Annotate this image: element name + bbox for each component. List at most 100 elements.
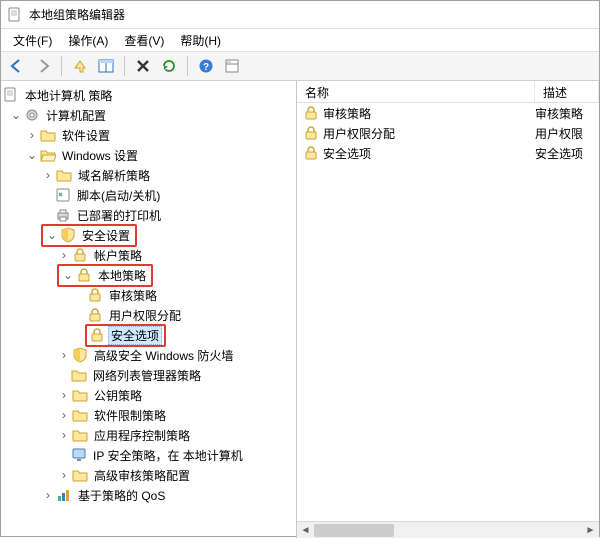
tree-label: 网络列表管理器策略 [90,366,204,385]
tree-software-restriction[interactable]: › 软件限制策略 [3,405,294,425]
menu-help[interactable]: 帮助(H) [172,30,229,51]
tree-qos[interactable]: › 基于策略的 QoS [3,485,294,505]
tree-ip-security[interactable]: IP 安全策略，在 本地计算机 [3,445,294,465]
folder-icon [72,407,88,423]
tree-local-policies[interactable]: ⌄ 本地策略 [3,265,294,285]
tree-advanced-audit[interactable]: › 高级审核策略配置 [3,465,294,485]
tree-printers[interactable]: 已部署的打印机 [3,205,294,225]
expand-icon[interactable]: › [57,248,71,262]
app-icon [7,7,23,23]
column-name[interactable]: 名称 [297,81,535,102]
expand-icon[interactable]: › [41,168,55,182]
folder-icon [71,367,87,383]
item-name: 用户权限分配 [323,125,535,142]
back-icon [9,58,25,74]
delete-button[interactable] [131,54,155,78]
scroll-thumb[interactable] [314,524,394,537]
collapse-icon[interactable]: ⌄ [61,268,75,282]
item-name: 安全选项 [323,145,535,162]
menu-view[interactable]: 查看(V) [116,30,172,51]
lock-icon [89,327,105,343]
expand-icon[interactable]: › [57,348,71,362]
tree-app-control[interactable]: › 应用程序控制策略 [3,425,294,445]
tree-security-settings[interactable]: ⌄ 安全设置 [3,225,294,245]
collapse-icon[interactable]: ⌄ [25,148,39,162]
gear-icon [24,107,40,123]
tree-label: 公钥策略 [91,386,145,405]
window-title: 本地组策略编辑器 [29,6,125,23]
pane-icon [98,58,114,74]
expand-icon[interactable]: › [57,428,71,442]
list-item[interactable]: 用户权限分配 用户权限 [297,123,599,143]
lock-icon [87,307,103,323]
tree-dns-policy[interactable]: › 域名解析策略 [3,165,294,185]
back-button[interactable] [5,54,29,78]
scroll-left-icon[interactable]: ◄ [297,522,314,538]
item-desc: 审核策略 [535,105,599,122]
tree-label: 安全选项 [108,326,162,345]
delete-icon [135,58,151,74]
tree-scripts[interactable]: 脚本(启动/关机) [3,185,294,205]
menu-file[interactable]: 文件(F) [5,30,60,51]
refresh-icon [161,58,177,74]
tree-label: IP 安全策略，在 本地计算机 [90,446,246,465]
folder-icon [56,167,72,183]
list-item[interactable]: 安全选项 安全选项 [297,143,599,163]
tree-security-options[interactable]: 安全选项 [3,325,294,345]
show-pane-button[interactable] [94,54,118,78]
scroll-right-icon[interactable]: ► [582,522,599,538]
content-area: 本地计算机 策略 ⌄ 计算机配置 › 软件设置 ⌄ Windows 设置 [1,81,599,538]
forward-button[interactable] [31,54,55,78]
list-item[interactable]: 审核策略 审核策略 [297,103,599,123]
tree-label: 应用程序控制策略 [91,426,193,445]
lock-icon [303,105,319,121]
tree-computer-config[interactable]: ⌄ 计算机配置 [3,105,294,125]
list-area[interactable]: 审核策略 审核策略 用户权限分配 用户权限 安全选项 安全选项 [297,103,599,521]
properties-button[interactable] [220,54,244,78]
tree-root[interactable]: 本地计算机 策略 [3,85,294,105]
title-bar: 本地组策略编辑器 [1,1,599,29]
item-name: 审核策略 [323,105,535,122]
tree-windows-settings[interactable]: ⌄ Windows 设置 [3,145,294,165]
tree-pane[interactable]: 本地计算机 策略 ⌄ 计算机配置 › 软件设置 ⌄ Windows 设置 [1,81,297,538]
column-header: 名称 描述 [297,81,599,103]
menu-action[interactable]: 操作(A) [60,30,116,51]
expand-icon[interactable]: › [41,488,55,502]
expand-icon[interactable]: › [57,468,71,482]
lock-icon [72,247,88,263]
help-button[interactable] [194,54,218,78]
shield-icon [72,347,88,363]
separator [124,56,125,76]
refresh-button[interactable] [157,54,181,78]
list-pane: 名称 描述 审核策略 审核策略 用户权限分配 用户权限 安全选项 安全选项 ◄ [297,81,599,538]
monitor-icon [71,447,87,463]
expand-icon[interactable]: › [57,408,71,422]
properties-icon [224,58,240,74]
column-desc[interactable]: 描述 [535,81,599,102]
expand-icon[interactable]: › [25,128,39,142]
collapse-icon[interactable]: ⌄ [45,228,59,242]
tree-user-rights[interactable]: 用户权限分配 [3,305,294,325]
tree-nlm-policies[interactable]: 网络列表管理器策略 [3,365,294,385]
tree-software-settings[interactable]: › 软件设置 [3,125,294,145]
tree-audit-policy[interactable]: 审核策略 [3,285,294,305]
tree-public-key[interactable]: › 公钥策略 [3,385,294,405]
tree-label: 安全设置 [79,226,133,245]
expand-icon[interactable]: › [57,388,71,402]
script-icon [55,187,71,203]
tree-label: 计算机配置 [43,106,109,125]
folder-icon [40,127,56,143]
tree-firewall[interactable]: › 高级安全 Windows 防火墙 [3,345,294,365]
item-desc: 安全选项 [535,145,599,162]
up-button[interactable] [68,54,92,78]
menu-bar: 文件(F) 操作(A) 查看(V) 帮助(H) [1,29,599,51]
tree-label: 软件设置 [59,126,113,145]
tree-label: 已部署的打印机 [74,206,164,225]
tree-label: 脚本(启动/关机) [74,186,163,205]
collapse-icon[interactable]: ⌄ [9,108,23,122]
help-icon [198,58,214,74]
shield-icon [60,227,76,243]
tree-account-policies[interactable]: › 帐户策略 [3,245,294,265]
item-desc: 用户权限 [535,125,599,142]
horizontal-scrollbar[interactable]: ◄ ► [297,521,599,538]
